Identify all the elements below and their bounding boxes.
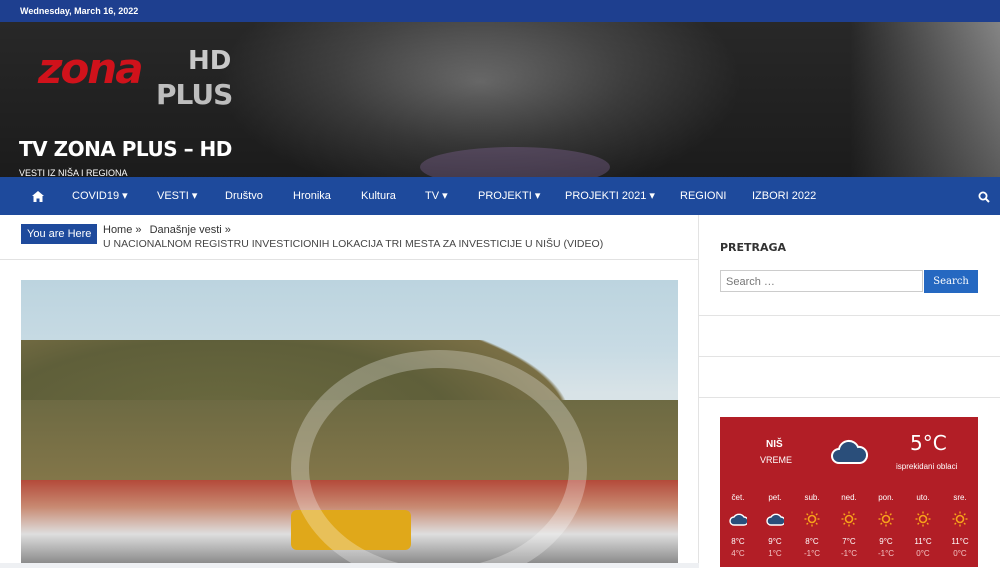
- top-bar: Wednesday, March 16, 2022: [0, 0, 1000, 22]
- forecast-day: pet. 9°C 1°C: [757, 493, 793, 558]
- forecast-high: 11°C: [914, 537, 932, 546]
- breadcrumb-current: U NACIONALNOM REGISTRU INVESTICIONIH LOK…: [103, 238, 604, 250]
- weather-temperature: 5°C: [910, 431, 947, 455]
- sun-icon: [841, 511, 857, 527]
- main-content: You are Here Home » Današnje vesti » U N…: [0, 215, 699, 563]
- logo-zona: zona: [38, 44, 144, 93]
- forecast-day-name: čet.: [731, 493, 745, 502]
- empty-widget: [699, 356, 1000, 397]
- breadcrumb-category[interactable]: Današnje vesti »: [150, 224, 231, 236]
- forecast-low: -1°C: [877, 549, 895, 558]
- forecast-low: 1°C: [768, 549, 782, 558]
- site-tagline: VESTI IZ NIŠA I REGIONA: [19, 168, 128, 177]
- forecast-day-name: ned.: [841, 493, 857, 502]
- forecast-high: 9°C: [768, 537, 782, 546]
- forecast-low: 4°C: [731, 549, 745, 558]
- forecast-day: čet. 8°C 4°C: [720, 493, 756, 558]
- sun-icon: [878, 511, 894, 527]
- cloud-icon: [766, 513, 784, 526]
- forecast-day-name: pet.: [768, 493, 782, 502]
- logo-hd: HD: [188, 46, 232, 76]
- forecast-day-name: sre.: [953, 493, 967, 502]
- forecast-day: sub. 8°C -1°C: [794, 493, 830, 558]
- forecast-low: -1°C: [803, 549, 821, 558]
- current-date: Wednesday, March 16, 2022: [20, 6, 139, 16]
- nav-vesti[interactable]: VESTI ▾: [157, 177, 197, 215]
- forecast-day: ned. 7°C -1°C: [831, 493, 867, 558]
- breadcrumb: Home » Današnje vesti »: [103, 224, 236, 236]
- main-navigation: COVID19 ▾ VESTI ▾ Društvo Hronika Kultur…: [0, 177, 1000, 215]
- header-banner: zona HD PLUS TV ZONA PLUS – HD VESTI IZ …: [0, 22, 1000, 177]
- forecast-high: 7°C: [842, 537, 856, 546]
- sun-icon: [804, 511, 820, 527]
- cloud-icon: [729, 513, 747, 526]
- forecast-day: pon. 9°C -1°C: [868, 493, 904, 558]
- forecast-day-name: pon.: [878, 493, 894, 502]
- article-image[interactable]: [21, 280, 678, 563]
- forecast-high: 11°C: [951, 537, 969, 546]
- nav-izbori-2022[interactable]: IZBORI 2022: [752, 177, 816, 215]
- forecast-day-name: sub.: [804, 493, 820, 502]
- forecast-low: 0°C: [953, 549, 967, 558]
- forecast-low: -1°C: [840, 549, 858, 558]
- forecast-day: sre. 11°C 0°C: [942, 493, 978, 558]
- nav-kultura[interactable]: Kultura: [361, 177, 396, 215]
- weather-description: isprekidani oblaci: [896, 462, 958, 471]
- forecast-high: 8°C: [805, 537, 819, 546]
- sidebar: PRETRAGA Search … Search NIŠ VREME 5°C i…: [699, 215, 1000, 568]
- cloud-icon: [831, 439, 868, 464]
- breadcrumb-home[interactable]: Home »: [103, 224, 142, 236]
- forecast-high: 8°C: [731, 537, 745, 546]
- weather-label: VREME: [760, 455, 793, 465]
- nav-hronika[interactable]: Hronika: [293, 177, 331, 215]
- breadcrumb-label: You are Here: [21, 224, 98, 244]
- nav-drustvo[interactable]: Društvo: [225, 177, 263, 215]
- search-button[interactable]: Search: [924, 270, 978, 293]
- forecast-low: 0°C: [916, 549, 930, 558]
- divider: [0, 259, 698, 260]
- weather-city: NIŠ: [766, 439, 783, 450]
- nav-covid19[interactable]: COVID19 ▾: [72, 177, 128, 215]
- search-widget-title: PRETRAGA: [720, 241, 787, 254]
- site-logo[interactable]: zona HD PLUS: [38, 44, 238, 114]
- nav-projekti-2021[interactable]: PROJEKTI 2021 ▾: [565, 177, 655, 215]
- nav-tv[interactable]: TV ▾: [425, 177, 448, 215]
- nav-projekti[interactable]: PROJEKTI ▾: [478, 177, 540, 215]
- weather-widget[interactable]: NIŠ VREME 5°C isprekidani oblaci čet. 8°…: [720, 417, 978, 567]
- home-icon[interactable]: [32, 177, 46, 215]
- search-widget: PRETRAGA Search … Search: [699, 215, 1000, 315]
- logo-plus: PLUS: [156, 78, 233, 111]
- sun-icon: [952, 511, 968, 527]
- forecast-day: uto. 11°C 0°C: [905, 493, 941, 558]
- forecast-high: 9°C: [879, 537, 893, 546]
- nav-regioni[interactable]: REGIONI: [680, 177, 726, 215]
- empty-widget: [699, 315, 1000, 356]
- site-title[interactable]: TV ZONA PLUS – HD: [19, 137, 232, 161]
- search-input[interactable]: Search …: [720, 270, 923, 292]
- forecast-day-name: uto.: [916, 493, 930, 502]
- sun-icon: [915, 511, 931, 527]
